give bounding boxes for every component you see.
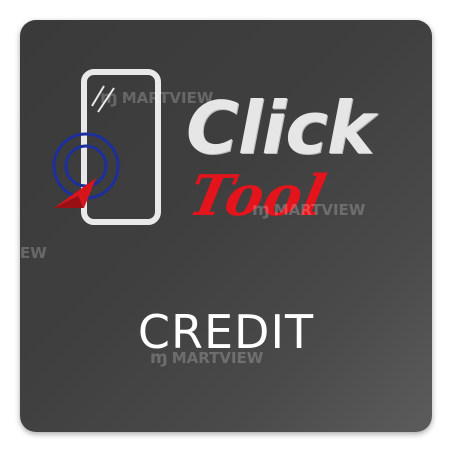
watermark: ɱ MARTVIEW [252,200,366,220]
watermark: ɱ MARTVIEW [100,88,214,108]
martview-logo-icon: ɱ [252,200,270,220]
product-label: CREDIT [137,305,315,359]
watermark-fragment: EW [20,244,47,262]
product-image: Click Tool ɱ MARTVIEW ɱ MARTVIEW EW ɱ MARTV… [0,0,450,450]
logo-word-click: Click [186,86,375,170]
product-tile: Click Tool ɱ MARTVIEW ɱ MARTVIEW EW ɱ MARTV… [20,20,432,432]
martview-logo-icon: ɱ [100,88,118,108]
